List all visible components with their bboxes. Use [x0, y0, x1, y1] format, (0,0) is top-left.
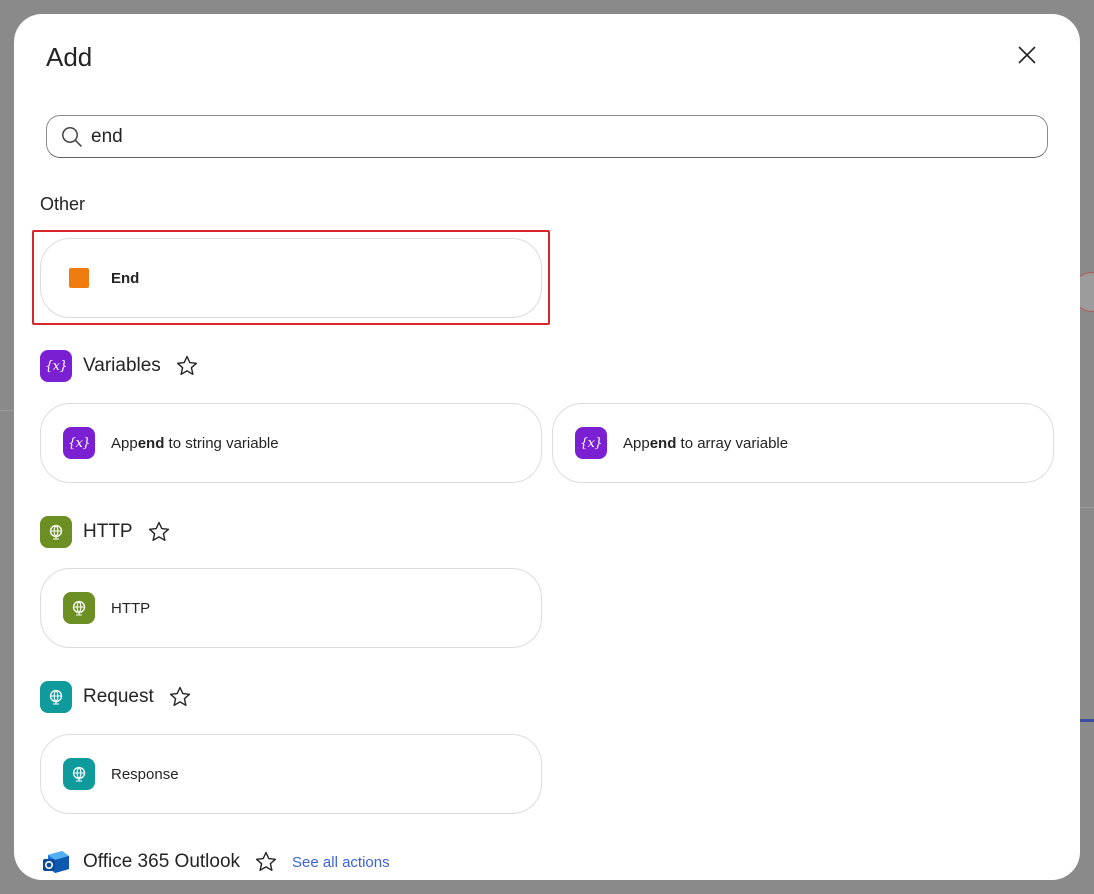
action-card-response[interactable]: Response	[40, 734, 542, 814]
label-match: end	[649, 434, 677, 452]
see-all-actions-link[interactable]: See all actions	[292, 854, 390, 871]
close-icon	[1018, 46, 1036, 64]
label-match: end	[137, 434, 165, 452]
action-card-append-string[interactable]: {x} Append to string variable	[40, 403, 542, 483]
action-label: HTTP	[111, 599, 151, 617]
globe-icon	[40, 516, 72, 548]
variable-icon: {x}	[575, 427, 607, 459]
close-button[interactable]	[1012, 40, 1042, 70]
canvas-connector	[1080, 507, 1094, 508]
group-header-request: Request	[40, 681, 192, 713]
group-header-http: HTTP	[40, 516, 171, 548]
favorite-button[interactable]	[175, 354, 199, 378]
group-title: Request	[83, 686, 154, 707]
star-icon	[148, 521, 169, 541]
star-icon	[255, 851, 277, 871]
action-label: Append to array variable	[623, 435, 788, 452]
stop-square-icon	[63, 262, 95, 294]
canvas-connector	[0, 410, 14, 411]
favorite-button[interactable]	[147, 520, 171, 544]
group-title: HTTP	[83, 521, 133, 542]
globe-icon	[63, 592, 95, 624]
action-card-http[interactable]: HTTP	[40, 568, 542, 648]
action-card-end[interactable]: End	[40, 238, 542, 318]
group-header-variables: {x} Variables	[40, 350, 199, 382]
label-suffix: to string variable	[164, 434, 279, 452]
label-suffix: to array variable	[676, 434, 789, 452]
canvas-connector-blue	[1078, 719, 1094, 722]
dialog-title: Add	[46, 42, 93, 72]
globe-icon	[40, 681, 72, 713]
action-card-append-array[interactable]: {x} Append to array variable	[552, 403, 1054, 483]
label-prefix: App	[623, 434, 650, 452]
outlook-icon	[40, 846, 72, 878]
add-dialog: Add Other End {x} Variables	[14, 14, 1080, 880]
favorite-button[interactable]	[254, 850, 278, 874]
search-icon	[62, 126, 83, 147]
group-header-outlook: Office 365 Outlook See all actions	[40, 846, 390, 878]
section-label-other: Other	[40, 194, 86, 214]
variable-icon: {x}	[63, 427, 95, 459]
action-label: Response	[111, 765, 179, 783]
group-title: Variables	[83, 355, 161, 376]
label-prefix: App	[111, 434, 138, 452]
globe-icon	[63, 758, 95, 790]
group-title: Office 365 Outlook	[83, 851, 241, 872]
variable-icon: {x}	[40, 350, 72, 382]
favorite-button[interactable]	[168, 685, 192, 709]
star-icon	[169, 686, 190, 706]
action-label: Append to string variable	[111, 435, 279, 452]
search-box[interactable]	[46, 115, 1048, 158]
action-label: End	[111, 269, 140, 287]
star-icon	[176, 355, 197, 375]
search-input[interactable]	[91, 125, 991, 148]
